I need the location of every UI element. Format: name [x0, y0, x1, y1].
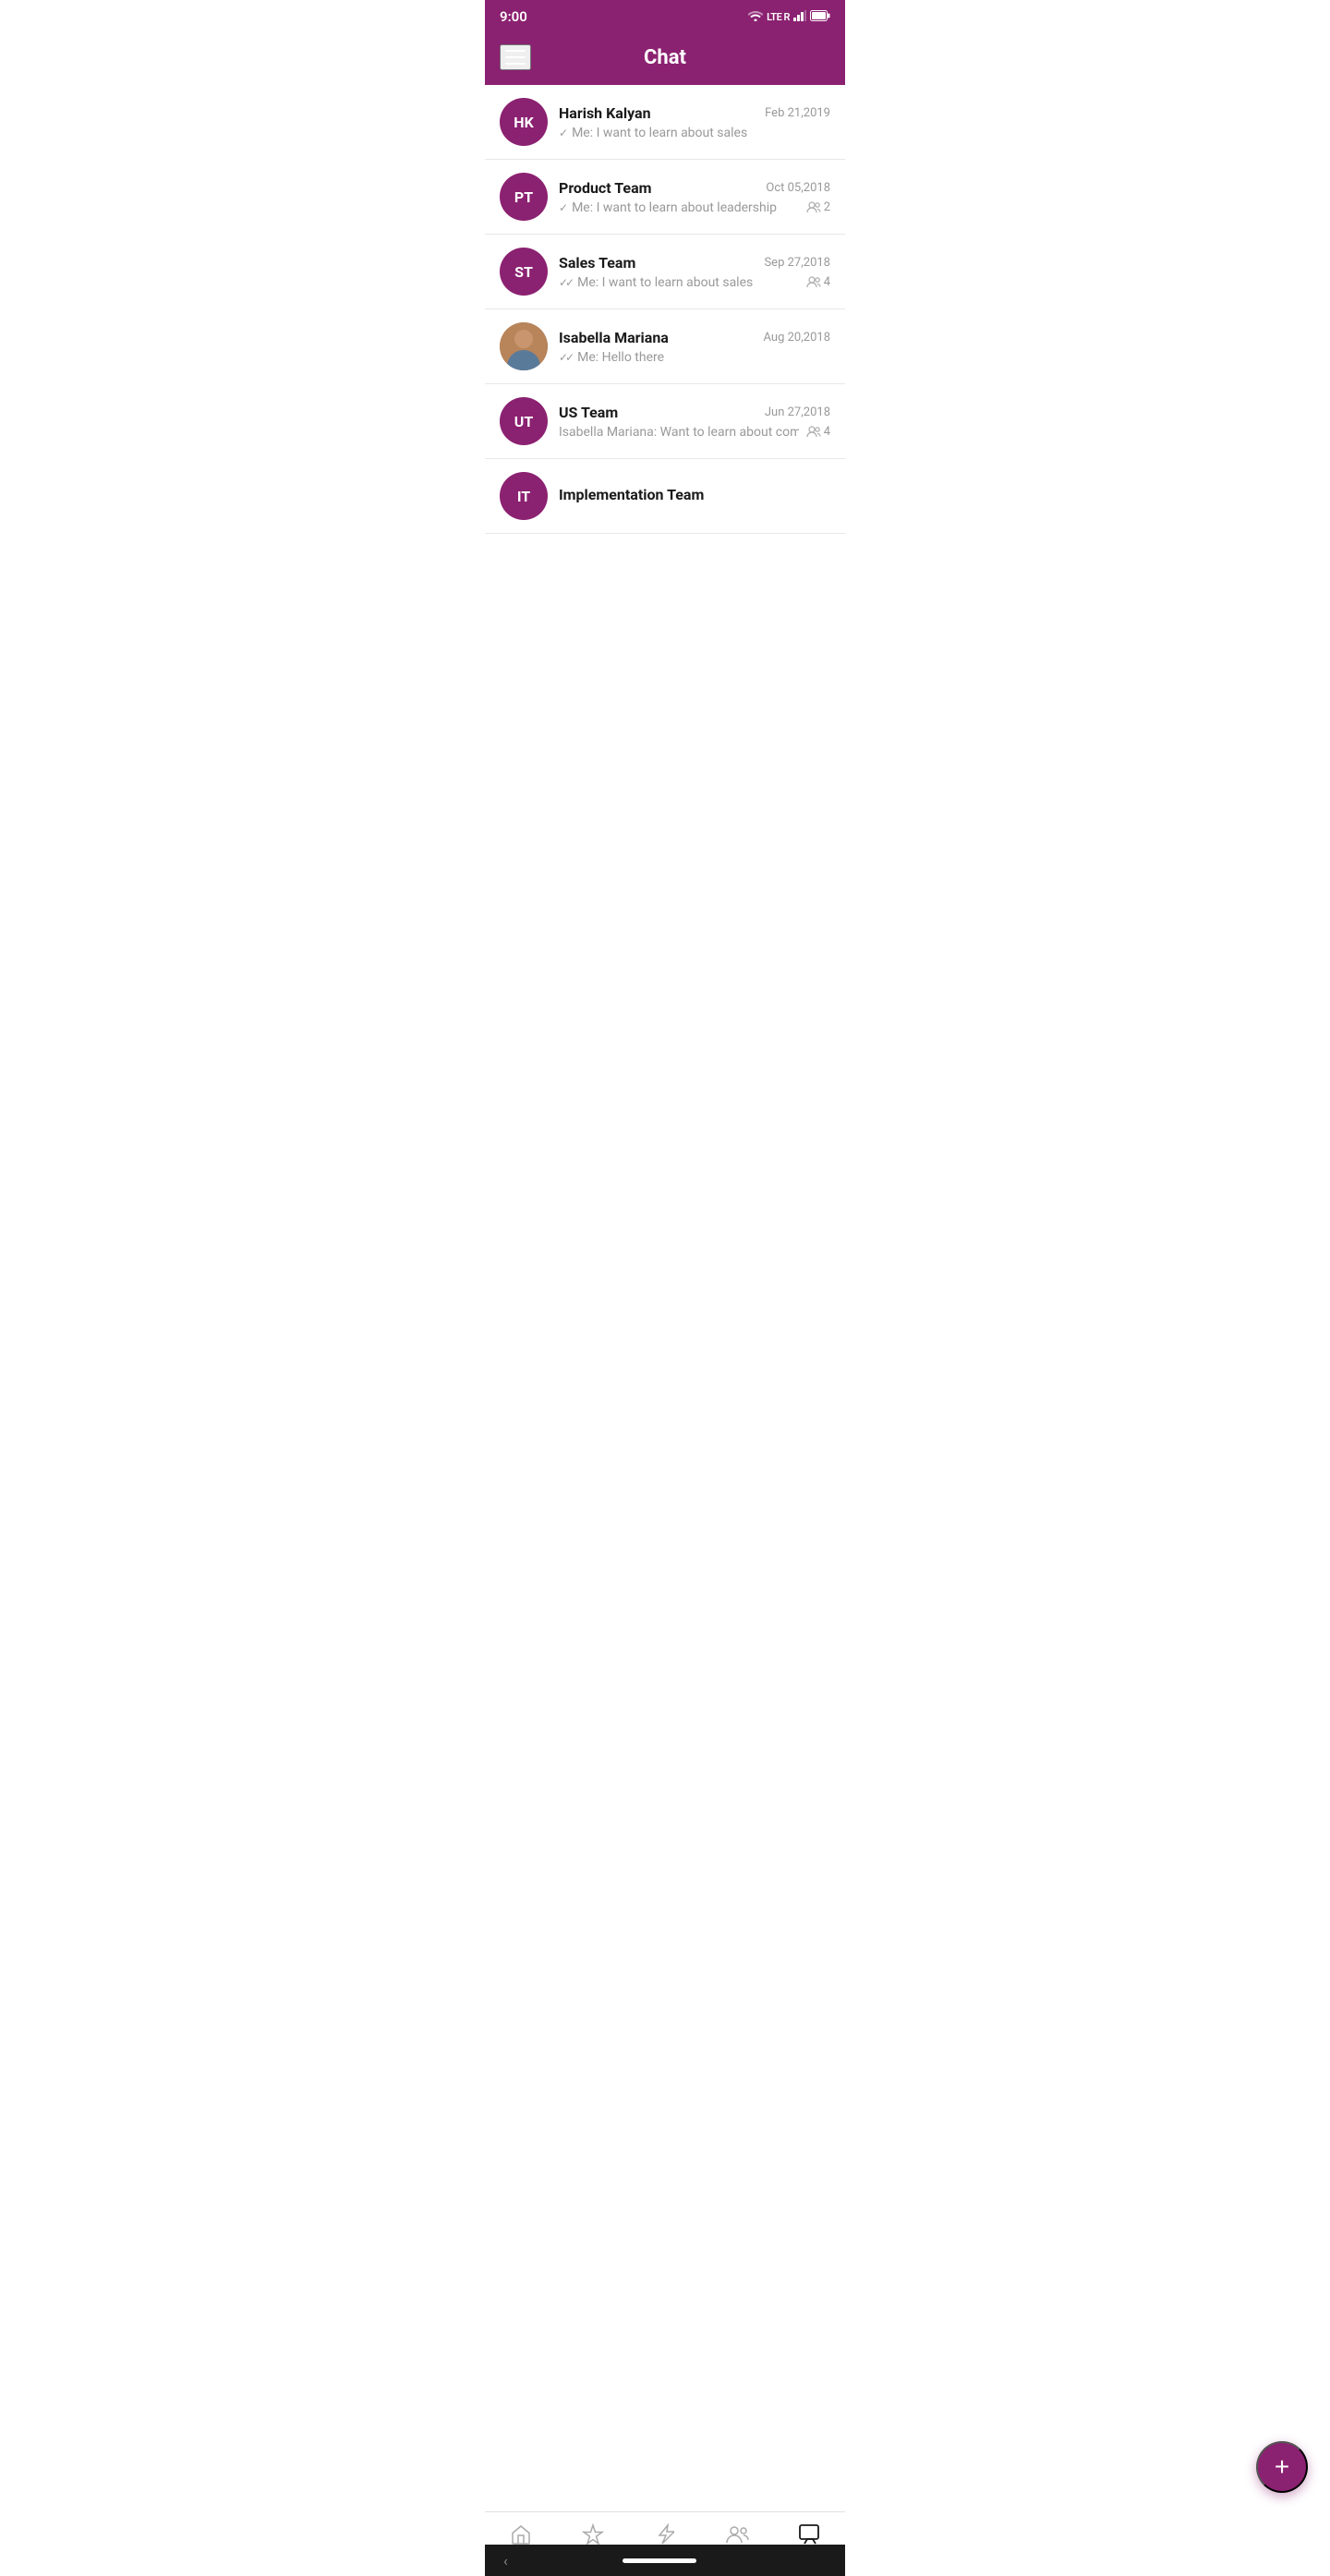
- chat-date: Oct 05,2018: [766, 181, 830, 195]
- chat-item[interactable]: Isabella Mariana Aug 20,2018 ✓✓ Me: Hell…: [485, 309, 845, 384]
- avatar: ST: [500, 248, 548, 296]
- chat-name: US Team: [559, 404, 618, 421]
- check-icon: ✓: [559, 127, 568, 139]
- avatar: [500, 322, 548, 370]
- chat-date: Feb 21,2019: [765, 106, 830, 120]
- chat-item[interactable]: PT Product Team Oct 05,2018 ✓ Me: I want…: [485, 160, 845, 235]
- battery-icon: [810, 10, 830, 24]
- chat-item[interactable]: UT US Team Jun 27,2018 Isabella Mariana:…: [485, 384, 845, 459]
- avatar: UT: [500, 397, 548, 445]
- avatar: HK: [500, 98, 548, 146]
- app-header: Chat: [485, 33, 845, 85]
- new-chat-fab[interactable]: +: [1256, 2441, 1308, 2493]
- status-bar: 9:00 LTE R: [485, 0, 845, 33]
- chat-bottom: ✓ Me: I want to learn about leadership 2: [559, 200, 830, 215]
- chat-top: US Team Jun 27,2018: [559, 404, 830, 421]
- members-badge: 4: [806, 425, 830, 439]
- chat-top: Harish Kalyan Feb 21,2019: [559, 104, 830, 122]
- chat-date: Aug 20,2018: [764, 331, 831, 345]
- hamburger-line-3: [505, 63, 526, 65]
- preview-text: Me: I want to learn about sales: [572, 126, 747, 140]
- chat-content: Implementation Team: [559, 486, 830, 507]
- chat-content: US Team Jun 27,2018 Isabella Mariana: Wa…: [559, 404, 830, 440]
- member-count: 4: [824, 275, 830, 289]
- chat-bottom: Isabella Mariana: Want to learn about co…: [559, 425, 830, 440]
- home-pill: [623, 2558, 696, 2563]
- chat-name: Sales Team: [559, 254, 635, 272]
- check-icon: ✓: [559, 201, 568, 214]
- home-bar: ‹: [485, 2545, 845, 2576]
- back-button[interactable]: ‹: [503, 2552, 508, 2570]
- status-icons: LTE R: [748, 10, 830, 24]
- chat-top: Isabella Mariana Aug 20,2018: [559, 329, 830, 346]
- chat-item[interactable]: HK Harish Kalyan Feb 21,2019 ✓ Me: I wan…: [485, 85, 845, 160]
- chat-bottom: ✓ Me: I want to learn about sales: [559, 126, 830, 140]
- chat-top: Sales Team Sep 27,2018: [559, 254, 830, 272]
- lte-indicator: LTE R: [767, 11, 790, 23]
- status-time: 9:00: [500, 8, 527, 25]
- avatar: IT: [500, 472, 548, 520]
- chat-preview: Isabella Mariana: Want to learn about co…: [559, 425, 799, 440]
- chat-preview: ✓ Me: I want to learn about sales: [559, 126, 830, 140]
- avatar: PT: [500, 173, 548, 221]
- chat-preview: ✓ Me: I want to learn about leadership: [559, 200, 799, 215]
- chat-top: Implementation Team: [559, 486, 830, 503]
- chat-name: Harish Kalyan: [559, 104, 651, 122]
- member-count: 4: [824, 425, 830, 439]
- chat-content: Product Team Oct 05,2018 ✓ Me: I want to…: [559, 179, 830, 215]
- chat-content: Harish Kalyan Feb 21,2019 ✓ Me: I want t…: [559, 104, 830, 140]
- preview-text: Me: I want to learn about leadership: [572, 200, 777, 215]
- member-count: 2: [824, 200, 830, 214]
- chat-date: Jun 27,2018: [765, 405, 830, 419]
- hamburger-line-1: [505, 50, 526, 52]
- members-badge: 2: [806, 200, 830, 214]
- chat-preview: ✓✓ Me: Hello there: [559, 350, 830, 365]
- members-badge: 4: [806, 275, 830, 289]
- chat-content: Sales Team Sep 27,2018 ✓✓ Me: I want to …: [559, 254, 830, 290]
- double-check-icon: ✓✓: [559, 351, 572, 364]
- chat-preview: ✓✓ Me: I want to learn about sales: [559, 275, 799, 290]
- chat-bottom: ✓✓ Me: I want to learn about sales 4: [559, 275, 830, 290]
- chat-name: Isabella Mariana: [559, 329, 669, 346]
- wifi-icon: [748, 10, 763, 24]
- chat-top: Product Team Oct 05,2018: [559, 179, 830, 197]
- preview-text: Isabella Mariana: Want to learn about co…: [559, 425, 799, 440]
- chat-item[interactable]: ST Sales Team Sep 27,2018 ✓✓ Me: I want …: [485, 235, 845, 309]
- chat-content: Isabella Mariana Aug 20,2018 ✓✓ Me: Hell…: [559, 329, 830, 365]
- chat-bottom: ✓✓ Me: Hello there: [559, 350, 830, 365]
- chat-list: HK Harish Kalyan Feb 21,2019 ✓ Me: I wan…: [485, 85, 845, 683]
- header-title: Chat: [644, 46, 686, 69]
- plus-icon: +: [1275, 2452, 1289, 2482]
- chat-name: Product Team: [559, 179, 652, 197]
- double-check-icon: ✓✓: [559, 276, 572, 289]
- chat-name: Implementation Team: [559, 486, 704, 503]
- preview-text: Me: I want to learn about sales: [577, 275, 753, 290]
- chat-date: Sep 27,2018: [764, 256, 830, 270]
- preview-text: Me: Hello there: [577, 350, 664, 365]
- chat-item[interactable]: IT Implementation Team: [485, 459, 845, 534]
- hamburger-line-2: [505, 56, 526, 58]
- hamburger-button[interactable]: [500, 44, 531, 70]
- signal-icon: [793, 10, 806, 24]
